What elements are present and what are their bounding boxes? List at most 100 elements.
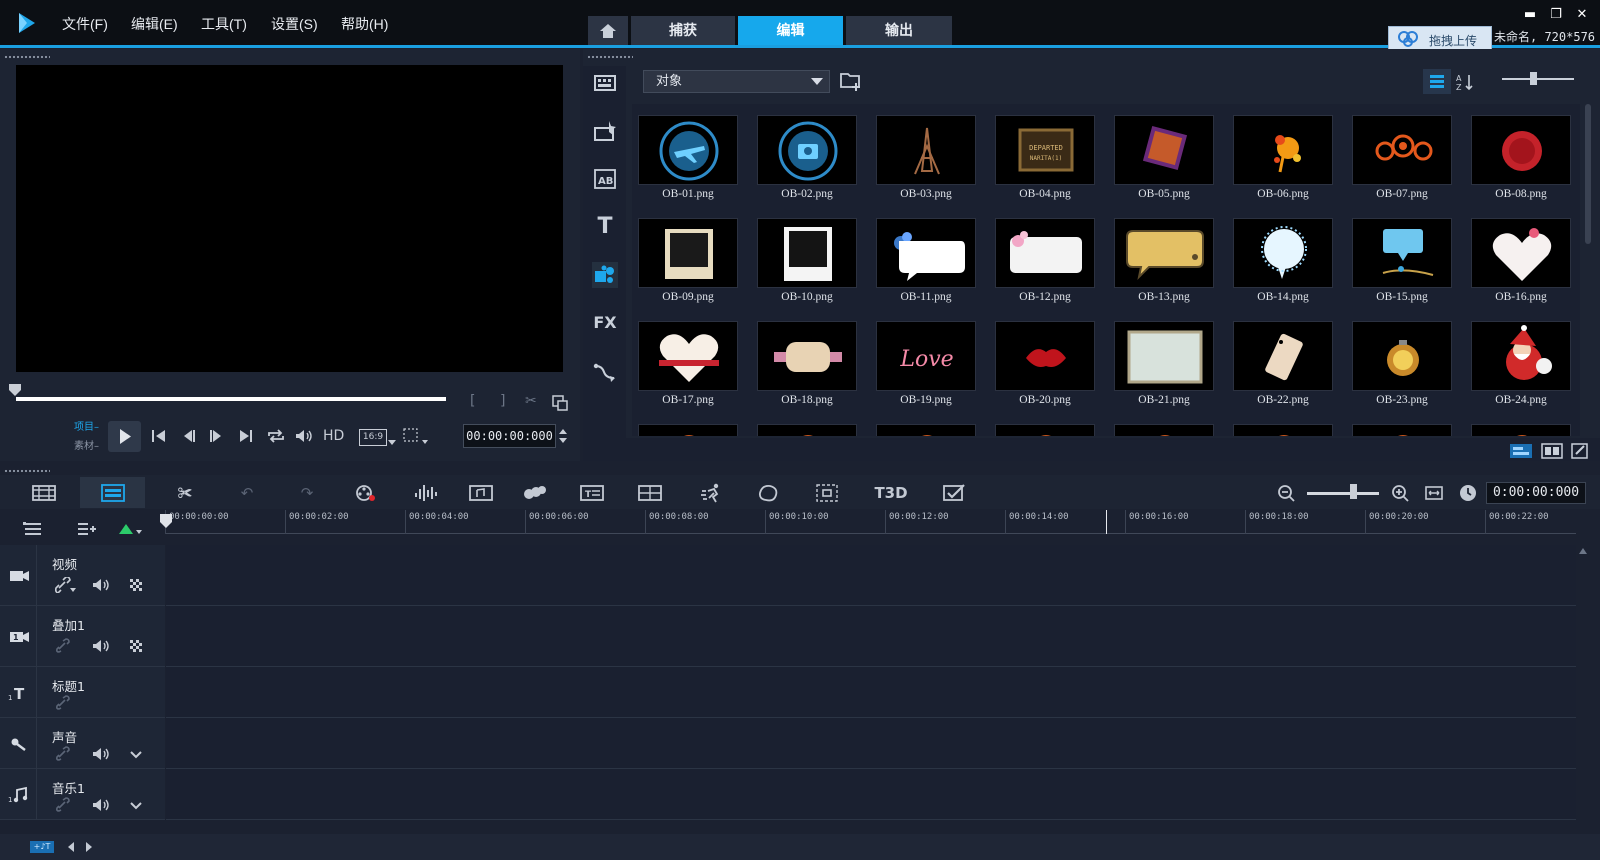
smart-package-icon[interactable] [940, 481, 968, 505]
menu-file[interactable]: 文件(F) [62, 14, 108, 34]
scroll-left-icon[interactable] [66, 842, 78, 852]
checker-grid-icon[interactable] [128, 638, 144, 654]
aspect-ratio-button[interactable]: 16:9 [359, 429, 387, 446]
scrub-bar[interactable] [16, 397, 446, 401]
video-track-icon[interactable] [4, 561, 34, 591]
multi-trim-icon[interactable] [636, 481, 664, 505]
library-view-toggle-icon[interactable] [1508, 442, 1534, 460]
tools-icon[interactable]: ✀ [171, 481, 199, 505]
menu-help[interactable]: 帮助(H) [341, 14, 388, 34]
volume-icon[interactable] [294, 428, 314, 444]
auto-music-icon[interactable] [467, 481, 495, 505]
mark-out-icon[interactable]: ] [500, 393, 505, 409]
zoom-out-icon[interactable] [1273, 481, 1301, 505]
link-icon[interactable] [55, 797, 71, 813]
panel-grip[interactable] [587, 55, 633, 59]
timeline-ruler[interactable]: 00:00:00:00 00:00:02:00 00:00:04:00 00:00:0… [165, 510, 1576, 534]
library-item[interactable]: OB-22.png [1227, 310, 1345, 412]
timeline-zoom-handle[interactable] [1350, 484, 1357, 499]
minimize-icon[interactable]: ▬ [1522, 7, 1538, 23]
library-item[interactable] [751, 413, 869, 436]
link-icon[interactable] [55, 746, 71, 762]
clock-icon[interactable] [1454, 481, 1482, 505]
add-folder-icon[interactable] [839, 70, 863, 92]
filter-fx-icon[interactable]: FX [592, 310, 618, 336]
library-item[interactable]: OB-18.png [751, 310, 869, 412]
skip-end-icon[interactable] [237, 428, 255, 444]
library-item[interactable]: DEPARTED NARITA(1) OB-04.png [989, 104, 1107, 206]
volume-icon[interactable] [91, 577, 111, 593]
library-item[interactable]: OB-14.png [1227, 207, 1345, 309]
library-item[interactable]: Love OB-19.png [870, 310, 988, 412]
thumbnail-size-slider[interactable] [1502, 78, 1574, 80]
home-tab[interactable] [588, 16, 628, 46]
panel-grip[interactable] [4, 469, 50, 473]
library-item[interactable] [1227, 413, 1345, 436]
track-header[interactable]: 1 音乐1 [0, 769, 165, 820]
edit-options-icon[interactable] [1571, 443, 1589, 459]
thumbnail-size-handle[interactable] [1530, 72, 1537, 85]
track-lane[interactable] [166, 606, 1576, 667]
scrub-handle[interactable] [8, 383, 22, 397]
timeline-view-button[interactable] [80, 477, 145, 508]
enlarge-preview-icon[interactable] [552, 395, 568, 411]
library-item[interactable] [632, 413, 750, 436]
library-item[interactable] [989, 413, 1107, 436]
menu-edit[interactable]: 编辑(E) [131, 14, 178, 34]
track-manager-icon[interactable] [22, 521, 44, 537]
list-view-button[interactable] [1423, 69, 1451, 94]
undo-icon[interactable]: ↶ [233, 481, 261, 505]
chevron-down-icon[interactable] [128, 746, 144, 762]
chevron-down-icon[interactable] [128, 797, 144, 813]
selection-tool-icon[interactable] [403, 428, 429, 446]
track-lane[interactable] [166, 769, 1576, 820]
menu-settings[interactable]: 设置(S) [271, 14, 318, 34]
timeline-start-marker-icon[interactable] [159, 513, 173, 529]
tab-edit[interactable]: 编辑 [738, 16, 843, 46]
track-header[interactable]: 1 T 标题1 [0, 667, 165, 718]
pan-zoom-icon[interactable] [813, 481, 841, 505]
volume-icon[interactable] [91, 638, 111, 654]
tab-output[interactable]: 输出 [846, 16, 952, 46]
scroll-right-icon[interactable] [82, 842, 94, 852]
menu-tools[interactable]: 工具(T) [201, 14, 247, 34]
library-item[interactable]: OB-16.png [1465, 207, 1580, 309]
library-item[interactable]: OB-12.png [989, 207, 1107, 309]
library-item[interactable]: OB-23.png [1346, 310, 1464, 412]
music-track-icon[interactable]: 1 [4, 780, 34, 810]
library-item[interactable]: OB-10.png [751, 207, 869, 309]
transition-icon[interactable]: AB [592, 166, 618, 192]
timeline-timecode[interactable]: 0:00:00:000 [1486, 482, 1586, 504]
player-timecode[interactable]: 00:00:00:000 [463, 424, 556, 448]
close-icon[interactable]: ✕ [1574, 7, 1590, 23]
motion-tracking-icon[interactable] [520, 481, 548, 505]
next-frame-icon[interactable] [207, 428, 225, 444]
library-item[interactable]: OB-05.png [1108, 104, 1226, 206]
library-item[interactable]: OB-17.png [632, 310, 750, 412]
mark-in-icon[interactable]: [ [470, 393, 475, 409]
graphic-icon[interactable] [592, 262, 618, 288]
library-item[interactable]: OB-02.png [751, 104, 869, 206]
library-item[interactable]: OB-21.png [1108, 310, 1226, 412]
library-item[interactable] [1108, 413, 1226, 436]
library-item[interactable]: OB-09.png [632, 207, 750, 309]
add-track-icon[interactable] [76, 521, 98, 537]
library-item[interactable]: OB-20.png [989, 310, 1107, 412]
track-lane[interactable] [166, 667, 1576, 718]
restore-icon[interactable]: ❐ [1548, 7, 1564, 23]
cloud-upload-button[interactable]: 拖拽上传 [1388, 26, 1492, 51]
media-icon[interactable] [592, 70, 618, 96]
title-track-icon[interactable]: 1T [4, 678, 34, 708]
tab-capture[interactable]: 捕获 [631, 16, 735, 46]
library-item[interactable]: OB-01.png [632, 104, 750, 206]
scroll-up-icon[interactable] [1579, 548, 1587, 554]
checker-grid-icon[interactable] [128, 577, 144, 593]
voice-track-icon[interactable] [4, 729, 34, 759]
repeat-icon[interactable] [266, 428, 286, 444]
overlay-track-icon[interactable]: 1 [4, 622, 34, 652]
skip-start-icon[interactable] [150, 428, 168, 444]
track-header[interactable]: 视频 [0, 545, 165, 606]
timeline-zoom-slider[interactable] [1307, 492, 1379, 495]
redo-icon[interactable]: ↷ [293, 481, 321, 505]
track-lane[interactable] [166, 718, 1576, 769]
